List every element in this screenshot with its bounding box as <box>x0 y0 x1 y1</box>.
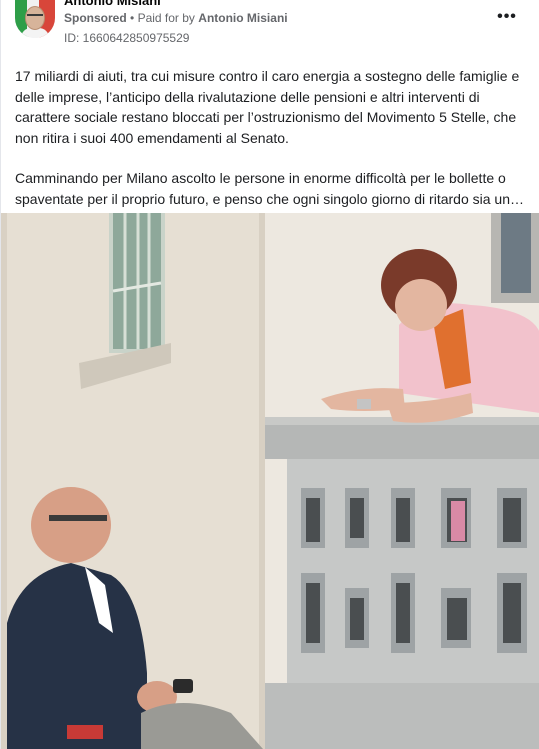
author-name[interactable]: Antonio Misiani <box>64 0 161 8</box>
post-text: 17 miliardi di aiuti, tra cui misure con… <box>15 66 527 209</box>
sponsored-label: Sponsored <box>64 11 127 25</box>
post-header: Antonio Misiani Sponsored • Paid for by … <box>1 0 539 52</box>
post-paragraph: Camminando per Milano ascolto le persone… <box>15 170 524 207</box>
separator-dot: • <box>130 11 138 25</box>
avatar[interactable] <box>15 0 55 38</box>
ad-id: ID: 1660642850975529 <box>64 31 190 45</box>
photo-illustration <box>1 213 539 749</box>
paid-for-name[interactable]: Antonio Misiani <box>198 11 287 25</box>
sponsored-line: Sponsored • Paid for by Antonio Misiani <box>64 11 288 25</box>
paid-for-prefix: Paid for by <box>137 11 195 25</box>
post-photo[interactable] <box>1 213 539 749</box>
post-paragraph: 17 miliardi di aiuti, tra cui misure con… <box>15 68 520 146</box>
more-dots-icon[interactable]: ••• <box>495 8 519 26</box>
ad-post-card: Antonio Misiani Sponsored • Paid for by … <box>0 0 539 749</box>
